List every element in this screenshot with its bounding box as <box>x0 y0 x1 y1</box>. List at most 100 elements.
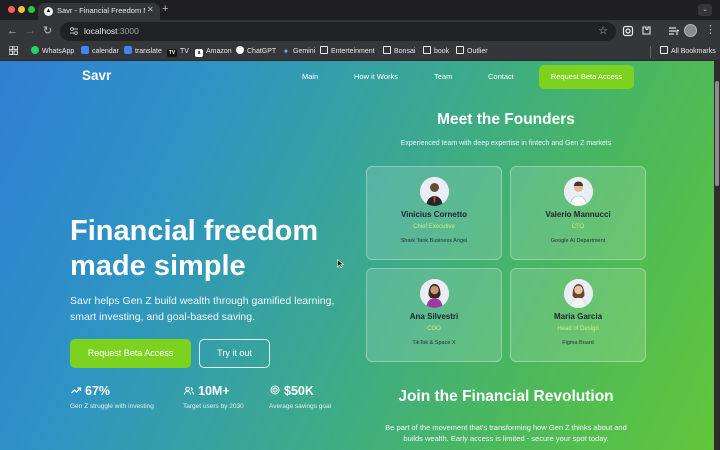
avatar <box>420 177 449 206</box>
folder-icon <box>383 46 391 54</box>
savr-favicon-icon: ▲ <box>44 7 53 16</box>
bookmark-folder-bonsai[interactable]: Bonsai <box>383 46 415 58</box>
savr-logo[interactable]: Savr <box>82 68 111 83</box>
stat-value: 10M+ <box>198 384 230 398</box>
amazon-icon: a <box>195 49 203 57</box>
gemini-icon: ✦ <box>282 47 290 56</box>
founder-card-vinicius: Vinicius Cornetto Chief Executive Shark … <box>366 166 502 260</box>
back-arrow-icon[interactable]: ← <box>7 24 18 38</box>
bookmark-folder-outlier[interactable]: Outlier <box>456 46 488 58</box>
founder-card-ana: Ana Silvestri COO TikTok & Space X <box>366 268 502 362</box>
scrollbar-thumb[interactable] <box>715 81 719 186</box>
nav-request-beta-button[interactable]: Request Beta Access <box>539 65 634 89</box>
address-bar[interactable]: localhost:3000 ☆ <box>60 22 616 41</box>
bookmark-label: Bonsai <box>394 48 416 55</box>
folder-icon <box>456 46 464 54</box>
try-it-out-button[interactable]: Try it out <box>199 339 270 368</box>
folder-icon <box>660 46 668 54</box>
apps-grid-icon[interactable] <box>8 45 18 58</box>
bookmark-folder-enterteinment[interactable]: Enterteinment <box>320 46 375 58</box>
trend-up-icon <box>71 387 82 394</box>
founder-role: CTO <box>571 224 585 230</box>
bookmark-label: translate <box>135 48 162 55</box>
all-bookmarks-button[interactable]: All Bookmarks <box>660 46 716 58</box>
stat-label: Gen Z struggle with investing <box>70 403 154 410</box>
mouse-cursor-icon <box>337 259 344 268</box>
url-host: localhost <box>84 26 118 36</box>
bookmark-folder-book[interactable]: book <box>423 46 449 58</box>
founder-name: Valerio Mannucci <box>545 210 611 219</box>
forward-arrow-icon[interactable]: → <box>25 24 36 38</box>
tab-search-button[interactable]: ⌄ <box>698 4 712 16</box>
bookmark-gemini[interactable]: ✦ Gemini <box>282 46 316 58</box>
founder-role: COO <box>427 326 441 332</box>
bookmarks-divider <box>650 46 651 58</box>
whatsapp-icon <box>31 46 39 54</box>
bookmark-whatsapp[interactable]: WhatsApp <box>31 46 74 58</box>
savr-landing-page: Savr Main How it Works Team Contact Requ… <box>0 61 714 450</box>
site-info-icon[interactable] <box>69 26 79 36</box>
avatar <box>420 279 449 308</box>
stat-value: $50K <box>284 384 314 398</box>
new-tab-button[interactable]: + <box>162 3 168 15</box>
stat-label: Target users by 2030 <box>183 403 244 410</box>
bookmark-chatgpt[interactable]: ChatGPT <box>236 46 276 58</box>
calendar-icon <box>81 46 89 54</box>
nav-link-team[interactable]: Team <box>434 72 452 81</box>
founders-subtitle: Experienced team with deep expertise in … <box>400 140 612 147</box>
founder-company: TikTok & Space X <box>412 340 456 346</box>
founder-name: Ana Silvestri <box>409 312 459 321</box>
founder-role: Chief Executive <box>413 224 455 230</box>
close-window-button[interactable] <box>8 6 15 13</box>
more-menu-icon[interactable]: ⋮ <box>705 23 716 36</box>
nav-link-contact[interactable]: Contact <box>488 72 514 81</box>
browser-toolbar: ← → ↻ localhost:3000 ☆ ⋮ <box>0 20 720 43</box>
stat-value: 67% <box>85 384 111 398</box>
reload-icon[interactable]: ↻ <box>43 24 52 38</box>
stat-target-users: 10M+ Target users by 2030 <box>183 384 244 410</box>
join-title: Join the Financial Revolution <box>398 388 614 405</box>
founders-title: Meet the Founders <box>437 111 575 128</box>
founder-company: Google AI Department <box>550 238 606 244</box>
hero-title: Financial freedom made simple <box>70 215 319 282</box>
screenshot-icon[interactable] <box>622 25 634 37</box>
bookmark-label: Amazon <box>206 48 232 55</box>
stat-gen-z: 67% Gen Z struggle with investing <box>70 384 154 410</box>
avatar <box>564 177 593 206</box>
nav-link-how-it-works[interactable]: How it Works <box>354 72 398 81</box>
tab-title: Savr - Financial Freedom Ma <box>57 6 145 15</box>
profile-avatar-icon[interactable] <box>684 24 697 37</box>
nav-link-main[interactable]: Main <box>302 72 318 81</box>
founder-card-valerio: Valerio Mannucci CTO Google AI Departmen… <box>510 166 646 260</box>
browser-tab-savr[interactable]: ▲ Savr - Financial Freedom Ma ✕ <box>38 3 160 20</box>
tv-icon: TV <box>167 49 177 57</box>
hero-subtitle: Savr helps Gen Z build wealth through ga… <box>70 295 335 323</box>
bookmark-label: ChatGPT <box>247 48 277 55</box>
bookmark-label: calendar <box>92 48 119 55</box>
stat-savings-goal: $50K Average savings goal <box>269 384 331 410</box>
bookmark-label: book <box>434 48 450 55</box>
bookmark-tv[interactable]: TV TV <box>167 46 189 58</box>
folder-icon <box>423 46 431 54</box>
media-controls-icon[interactable] <box>668 25 680 37</box>
bookmark-amazon[interactable]: a Amazon <box>195 46 232 58</box>
request-beta-access-button[interactable]: Request Beta Access <box>70 339 191 368</box>
bookmark-translate[interactable]: translate <box>124 46 162 58</box>
url-port: :3000 <box>117 26 139 36</box>
chatgpt-icon <box>236 46 244 54</box>
browser-tab-bar: ▲ Savr - Financial Freedom Ma ✕ + ⌄ <box>0 0 720 20</box>
avatar <box>564 279 593 308</box>
page-scrollbar[interactable] <box>714 61 720 450</box>
bookmark-star-icon[interactable]: ☆ <box>598 24 608 37</box>
bookmark-label: All Bookmarks <box>671 48 716 55</box>
extensions-icon[interactable] <box>640 25 652 37</box>
join-text: Be part of the movement that's transform… <box>385 423 627 443</box>
bookmark-label: Enterteinment <box>331 48 375 55</box>
founder-card-maria: Maria Garcia Head of Design Figma Board <box>510 268 646 362</box>
target-icon <box>270 385 280 395</box>
minimize-window-button[interactable] <box>18 6 25 13</box>
close-tab-icon[interactable]: ✕ <box>147 5 154 14</box>
maximize-window-button[interactable] <box>28 6 35 13</box>
stat-label: Average savings goal <box>269 403 332 410</box>
bookmark-calendar[interactable]: calendar <box>81 46 119 58</box>
